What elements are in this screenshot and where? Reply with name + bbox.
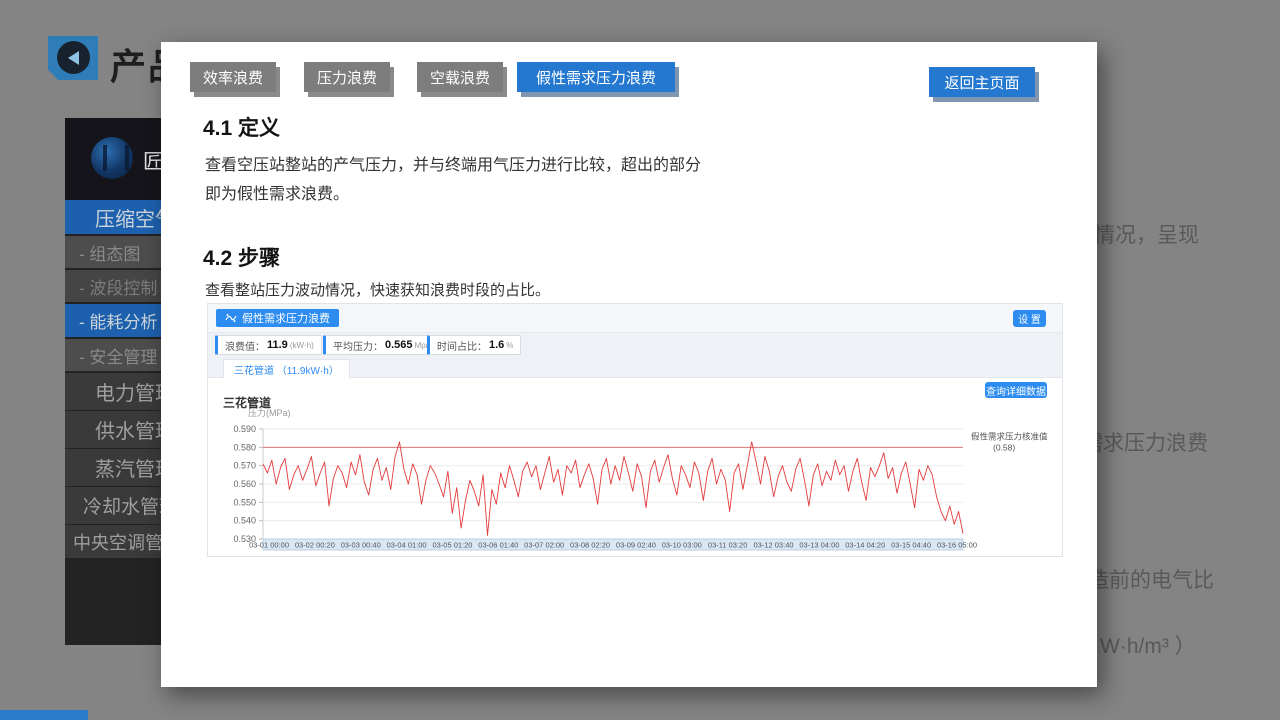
tab-pressure-waste[interactable]: 压力浪费 — [304, 62, 390, 92]
tab-idle-waste[interactable]: 空载浪费 — [417, 62, 503, 92]
section-4-2-line1: 查看整站压力波动情况，快速获知浪费时段的占比。 — [205, 276, 550, 305]
clipped-bg-text-3: 造前的电气比 — [1088, 564, 1214, 594]
svg-text:03-01 00:00: 03-01 00:00 — [249, 541, 289, 550]
tab-false-demand-pressure-waste[interactable]: 假性需求压力浪费 — [517, 62, 675, 92]
svg-text:03-07 02:00: 03-07 02:00 — [524, 541, 564, 550]
svg-text:03-16 05:00: 03-16 05:00 — [937, 541, 977, 550]
svg-text:03-15 04:40: 03-15 04:40 — [891, 541, 931, 550]
slide-panel: 效率浪费 压力浪费 空载浪费 假性需求压力浪费 返回主页面 4.1 定义 查看空… — [161, 42, 1097, 687]
chart-title: 三花管道 — [223, 394, 271, 411]
clipped-bg-text-2: 需求压力浪费 — [1082, 427, 1208, 457]
svg-text:03-11 03:20: 03-11 03:20 — [708, 541, 747, 550]
section-4-1-line2: 即为假性需求浪费。 — [205, 180, 349, 209]
svg-text:0.550: 0.550 — [233, 497, 256, 507]
back-triangle-icon — [57, 41, 90, 74]
company-logo-icon — [91, 137, 133, 179]
section-4-1-heading: 4.1 定义 — [203, 112, 280, 142]
svg-text:03-03 00:40: 03-03 00:40 — [341, 541, 381, 550]
svg-text:03-09 02:40: 03-09 02:40 — [616, 541, 656, 550]
clipped-bg-text-1: 情况，呈现 — [1094, 219, 1199, 249]
svg-text:03-02 00:20: 03-02 00:20 — [295, 541, 335, 550]
svg-text:03-12 03:40: 03-12 03:40 — [754, 541, 794, 550]
svg-text:03-13 04:00: 03-13 04:00 — [799, 541, 839, 550]
pressure-line-chart[interactable]: 压力(MPa)0.5300.5400.5500.5600.5700.5800.5… — [208, 304, 1063, 557]
query-detail-data-button[interactable]: 查询详细数据 — [985, 382, 1047, 398]
svg-text:03-06 01:40: 03-06 01:40 — [478, 541, 518, 550]
svg-text:03-08 02:20: 03-08 02:20 — [570, 541, 610, 550]
svg-text:(0.58): (0.58) — [993, 442, 1015, 452]
brand-text: 匠 — [143, 145, 163, 174]
back-to-main-button[interactable]: 返回主页面 — [929, 67, 1035, 97]
svg-text:03-04 01:00: 03-04 01:00 — [387, 541, 427, 550]
svg-text:0.540: 0.540 — [233, 516, 256, 526]
app-logo-badge — [48, 36, 98, 80]
svg-text:03-05 01:20: 03-05 01:20 — [432, 541, 472, 550]
svg-text:假性需求压力核准值: 假性需求压力核准值 — [971, 431, 1048, 441]
section-4-2-heading: 4.2 步骤 — [203, 242, 280, 272]
screen: 产品 匠 压缩空气 - 组态图 - 波段控制 - 能耗分析 - 安全管理 电力管… — [0, 0, 1280, 720]
svg-text:0.570: 0.570 — [233, 461, 256, 471]
section-4-1-line1: 查看空压站整站的产气压力，并与终端用气压力进行比较，超出的部分 — [205, 151, 701, 180]
bottom-blue-strip — [0, 710, 88, 720]
dashboard-screenshot: 假性需求压力浪费 设 置 浪费值：11.9(kW·h) 平均压力：0.565Mp… — [207, 303, 1063, 557]
svg-text:03-14 04:20: 03-14 04:20 — [845, 541, 885, 550]
svg-text:0.560: 0.560 — [233, 479, 256, 489]
svg-text:0.590: 0.590 — [233, 424, 256, 434]
tab-sanhua-pipeline[interactable]: 三花管道 （11.9kW·h） — [223, 359, 350, 379]
clipped-bg-text-4: W·h/m³ ） — [1100, 630, 1196, 660]
svg-text:03-10 03:00: 03-10 03:00 — [662, 541, 702, 550]
tab-efficiency-waste[interactable]: 效率浪费 — [190, 62, 276, 92]
svg-text:0.580: 0.580 — [233, 442, 256, 452]
